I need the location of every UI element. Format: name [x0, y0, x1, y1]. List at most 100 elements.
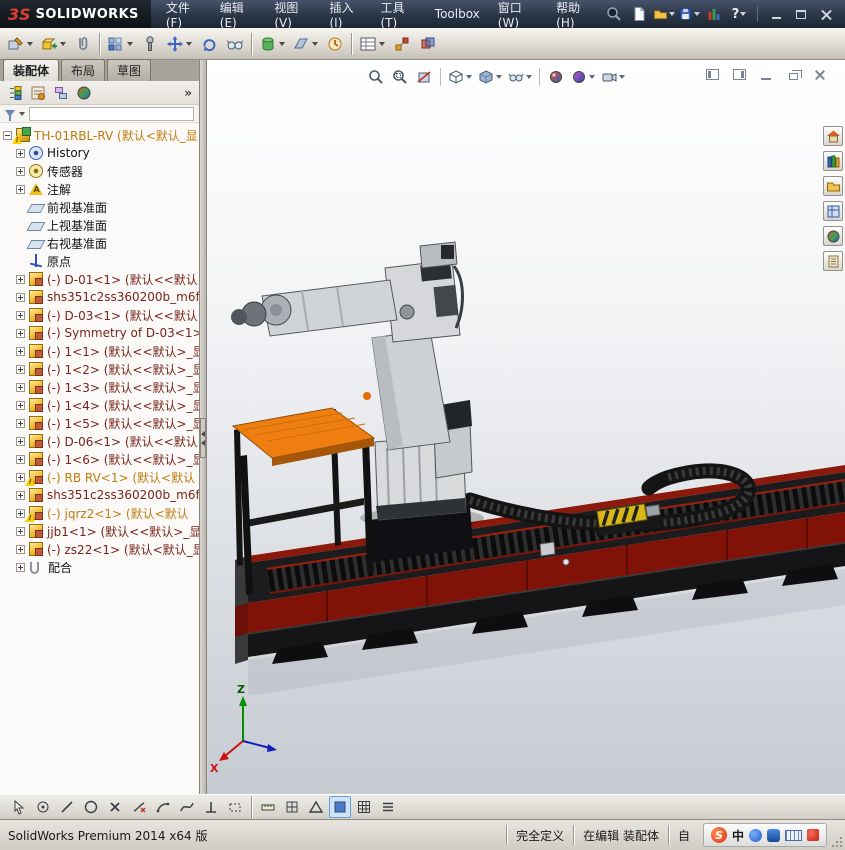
tree-item-component[interactable]: (-) 1<1> (默认<<默认>_显示: [0, 342, 199, 360]
filter-dropdown-icon[interactable]: [19, 111, 25, 116]
expander-icon[interactable]: [16, 508, 25, 518]
expander-icon[interactable]: [16, 544, 25, 554]
tree-filter-input[interactable]: [29, 106, 194, 121]
expander-icon[interactable]: [16, 526, 25, 536]
configurationmanager-tab[interactable]: [51, 83, 71, 103]
expander-icon[interactable]: [16, 166, 25, 176]
display-style-button[interactable]: [476, 66, 504, 88]
new-document-button[interactable]: [628, 3, 650, 25]
tree-item-component[interactable]: shs351c2ss360200b_m6f(: [0, 486, 199, 504]
dropdown-icon[interactable]: [466, 75, 472, 79]
tree-item-component[interactable]: (-) 1<4> (默认<<默认>_显示: [0, 396, 199, 414]
tab-layout[interactable]: 布局: [61, 59, 106, 81]
line-format-button[interactable]: [377, 796, 399, 818]
view-settings-button[interactable]: [599, 66, 627, 88]
doc-close-button[interactable]: [811, 67, 829, 82]
expander-icon[interactable]: [16, 454, 25, 464]
trim-entities-button[interactable]: [128, 796, 150, 818]
pane-right-button[interactable]: [730, 67, 748, 82]
spline-button[interactable]: [176, 796, 198, 818]
line-button[interactable]: [56, 796, 78, 818]
expander-icon[interactable]: [16, 382, 25, 392]
view-palette-button[interactable]: [823, 201, 843, 221]
tree-item-component[interactable]: (-) 1<6> (默认<<默认>_显示: [0, 450, 199, 468]
smart-fasteners-button[interactable]: [137, 31, 162, 57]
ime-mode-icon[interactable]: [749, 828, 762, 842]
new-motion-study-button[interactable]: [322, 31, 347, 57]
close-button[interactable]: [815, 5, 837, 23]
open-document-button[interactable]: [653, 3, 675, 25]
zoom-to-fit-button[interactable]: [365, 66, 387, 88]
dropdown-icon[interactable]: [186, 41, 192, 46]
tree-item-component[interactable]: jjb1<1> (默认<<默认>_显示: [0, 522, 199, 540]
tree-item-history[interactable]: History: [0, 144, 199, 162]
view-orientation-button[interactable]: [446, 66, 474, 88]
help-button[interactable]: ?: [728, 3, 750, 25]
expander-icon[interactable]: [16, 346, 25, 356]
insert-component-button[interactable]: [37, 31, 69, 57]
splitter-collapse-handle[interactable]: [200, 418, 206, 458]
soft-keyboard-icon[interactable]: [785, 829, 802, 841]
file-explorer-button[interactable]: [823, 176, 843, 196]
expander-icon[interactable]: [16, 436, 25, 446]
expander-icon[interactable]: [16, 562, 25, 572]
tree-item-component-warning[interactable]: (-) jqrz2<1> (默认<默认: [0, 504, 199, 522]
dropdown-icon[interactable]: [526, 75, 532, 79]
expander-icon[interactable]: [16, 310, 25, 320]
edit-appearance-button[interactable]: [545, 66, 567, 88]
doc-minimize-button[interactable]: [757, 67, 775, 82]
ruler-button[interactable]: [257, 796, 279, 818]
filter-funnel-icon[interactable]: [5, 110, 15, 121]
exploded-view-button[interactable]: [389, 31, 414, 57]
rotate-component-button[interactable]: [196, 31, 221, 57]
language-mode-indicator[interactable]: 中: [732, 827, 744, 844]
assembly-features-button[interactable]: [256, 31, 288, 57]
point-button[interactable]: [32, 796, 54, 818]
custom-menu-text[interactable]: 自: [667, 825, 699, 845]
pane-left-button[interactable]: [703, 67, 721, 82]
interference-detection-button[interactable]: [415, 31, 440, 57]
hide-show-items-button[interactable]: [506, 66, 534, 88]
panel-splitter[interactable]: [200, 60, 207, 794]
ime-toolbox-icon[interactable]: [807, 829, 819, 841]
tree-item-component[interactable]: (-) 1<3> (默认<<默认>_显示: [0, 378, 199, 396]
expander-icon[interactable]: [16, 184, 25, 194]
mate-button[interactable]: [70, 31, 95, 57]
show-hidden-components-button[interactable]: [222, 31, 247, 57]
dropdown-icon[interactable]: [279, 41, 285, 46]
pattern-grid-button[interactable]: [353, 796, 375, 818]
tree-item-component[interactable]: shs351c2ss360200b_m6f(: [0, 288, 199, 306]
expander-icon[interactable]: [16, 472, 25, 482]
propertymanager-tab[interactable]: [28, 83, 48, 103]
expander-icon[interactable]: [16, 328, 25, 338]
linear-component-pattern-button[interactable]: [104, 31, 136, 57]
displaymanager-tab[interactable]: [74, 83, 94, 103]
save-button[interactable]: [678, 3, 700, 25]
menu-edit[interactable]: 编辑(E): [211, 0, 266, 30]
menu-insert[interactable]: 插入(I): [320, 0, 371, 30]
apply-scene-button[interactable]: [569, 66, 597, 88]
minimize-button[interactable]: [765, 5, 787, 23]
menu-window[interactable]: 窗口(W): [489, 0, 547, 30]
solidworks-resources-button[interactable]: [823, 126, 843, 146]
search-button[interactable]: [603, 3, 625, 25]
expander-icon[interactable]: [16, 148, 25, 158]
dropdown-icon[interactable]: [496, 75, 502, 79]
grid-button[interactable]: [281, 796, 303, 818]
tab-sketch[interactable]: 草图: [107, 59, 152, 81]
ime-punctuation-icon[interactable]: [767, 828, 780, 842]
tree-item-component[interactable]: (-) 1<5> (默认<<默认>_显示: [0, 414, 199, 432]
dropdown-icon[interactable]: [312, 41, 318, 46]
doc-restore-button[interactable]: [784, 67, 802, 82]
perpendicular-button[interactable]: [200, 796, 222, 818]
zoom-to-area-button[interactable]: [389, 66, 411, 88]
custom-properties-button[interactable]: [823, 251, 843, 271]
circle-button[interactable]: [80, 796, 102, 818]
expander-icon[interactable]: [16, 400, 25, 410]
menu-help[interactable]: 帮助(H): [547, 0, 603, 30]
edit-component-button[interactable]: [4, 31, 36, 57]
expander-icon[interactable]: [16, 274, 25, 284]
tree-item-top-plane[interactable]: 上视基准面: [0, 216, 199, 234]
construction-rectangle-button[interactable]: [224, 796, 246, 818]
tree-item-mates[interactable]: 配合: [0, 558, 199, 576]
